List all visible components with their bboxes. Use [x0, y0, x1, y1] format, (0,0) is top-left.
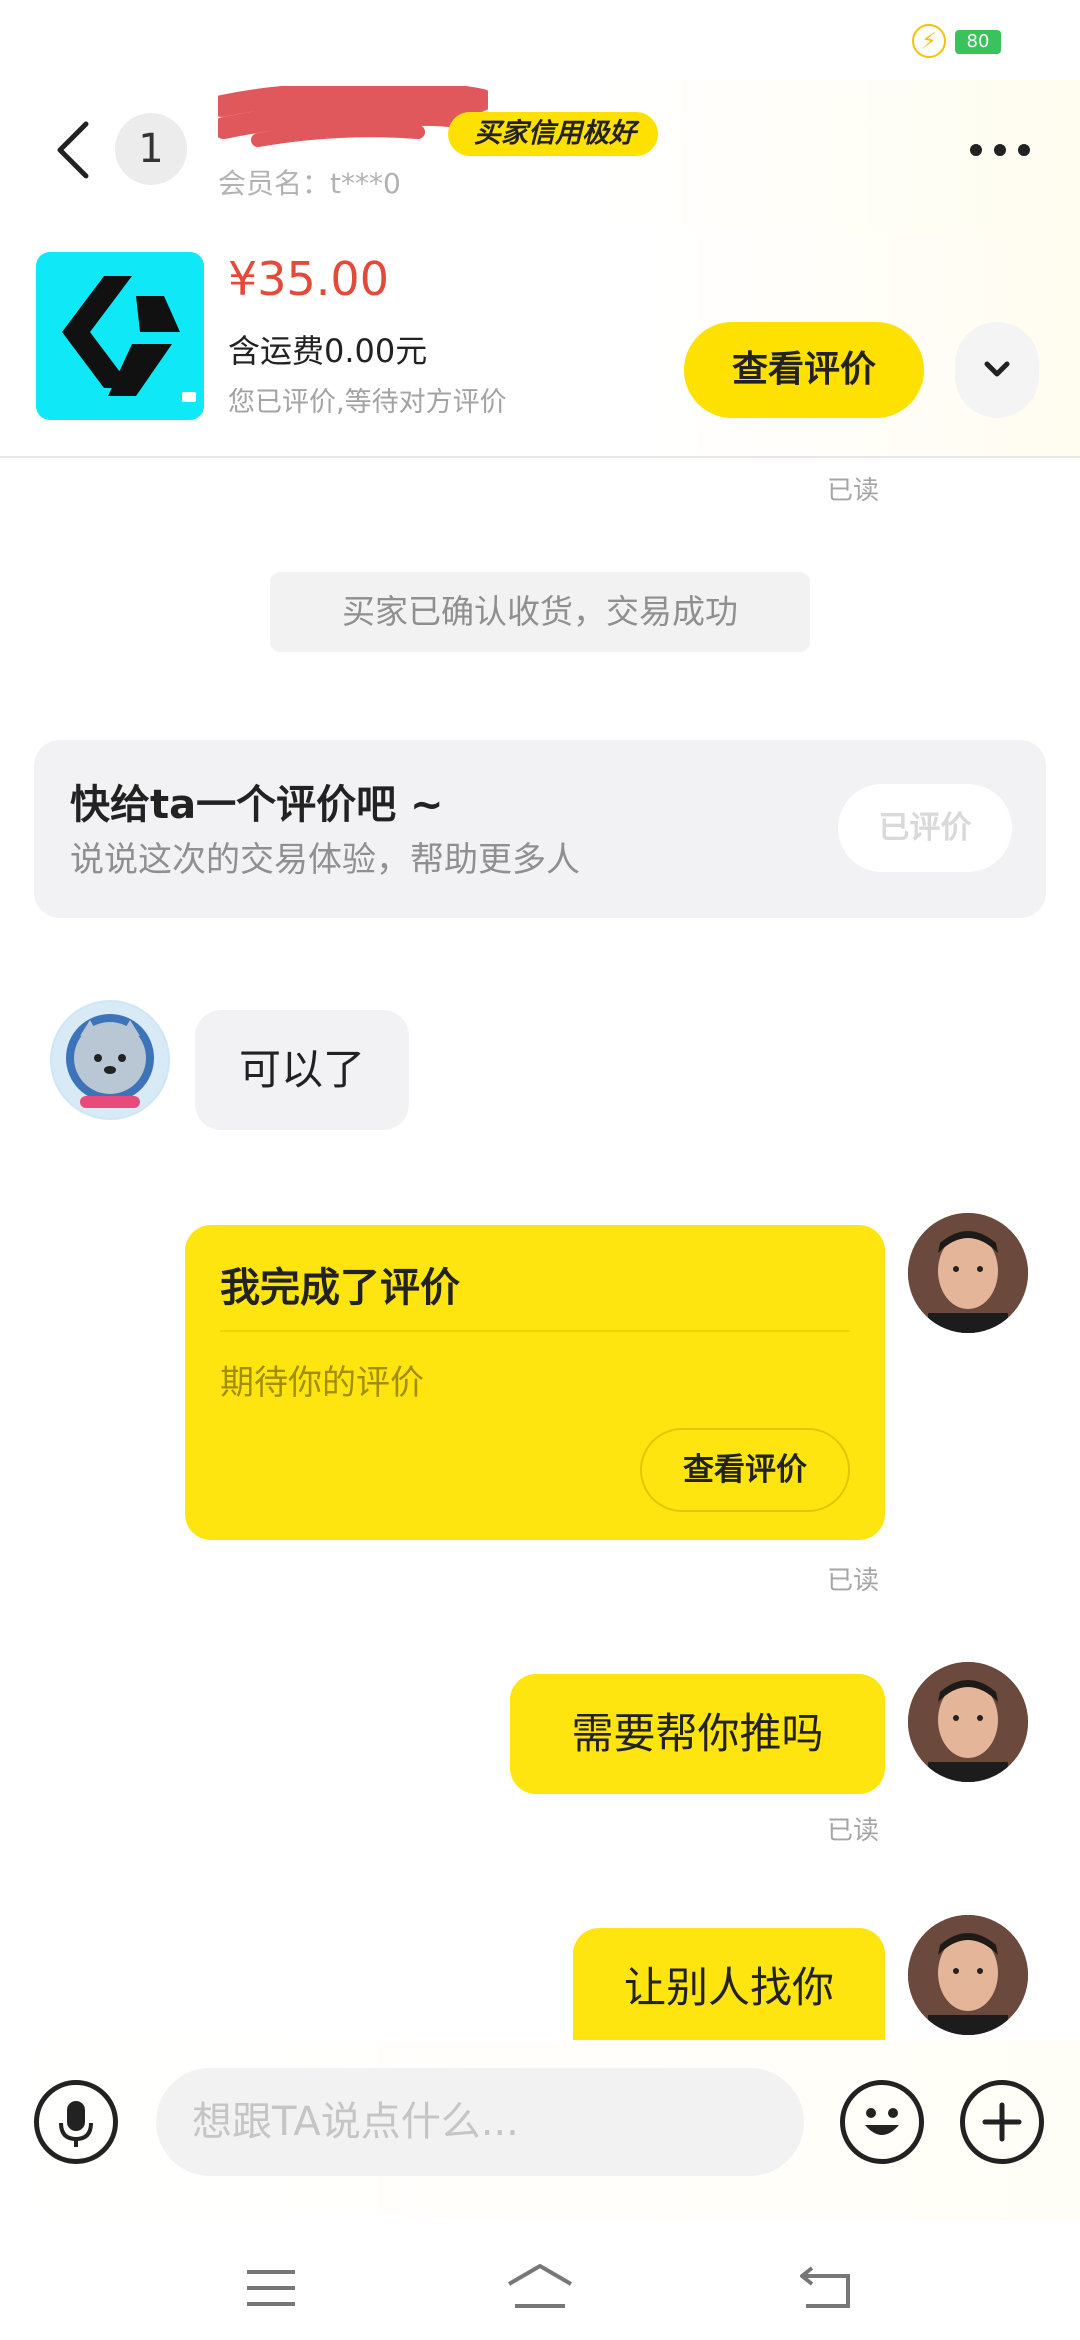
message-bubble: 让别人找你	[573, 1928, 885, 2040]
redacted-nickname	[211, 83, 493, 148]
user-avatar[interactable]	[908, 1213, 1028, 1333]
back-arrow-icon[interactable]	[50, 118, 100, 182]
status-bar: ⚡ 80	[0, 0, 1080, 80]
charging-icon: ⚡	[912, 24, 946, 58]
message-bubble: 需要帮你推吗	[510, 1674, 885, 1794]
view-evaluation-button[interactable]: 查看评价	[684, 322, 924, 418]
microphone-icon[interactable]	[34, 2080, 118, 2164]
rating-prompt-subtitle: 说说这次的交易体验，帮助更多人	[70, 840, 580, 880]
card-view-evaluation-button[interactable]: 查看评价	[640, 1428, 850, 1512]
menu-icon[interactable]	[245, 2268, 297, 2312]
system-message: 买家已确认收货，交易成功	[270, 572, 810, 652]
plus-icon[interactable]	[960, 2080, 1044, 2164]
already-rated-button[interactable]: 已评价	[838, 784, 1012, 872]
battery-indicator: 80	[955, 30, 1001, 54]
evaluation-card-subtitle: 期待你的评价	[220, 1363, 424, 1403]
shipping-fee: 含运费0.00元	[228, 332, 428, 370]
message-input[interactable]: 想跟TA说点什么...	[156, 2068, 804, 2176]
user-avatar[interactable]	[908, 1915, 1028, 2035]
seller-avatar[interactable]	[50, 1000, 170, 1120]
more-options-icon[interactable]	[968, 140, 1032, 160]
evaluation-status: 您已评价,等待对方评价	[228, 387, 507, 418]
product-price: ¥35.00	[228, 252, 389, 306]
expand-chevron-button[interactable]	[955, 322, 1039, 418]
read-receipt: 已读	[827, 1566, 880, 1596]
read-receipt: 已读	[827, 1816, 880, 1846]
emoji-icon[interactable]	[840, 2080, 924, 2164]
buyer-credit-tag: 买家信用极好	[448, 112, 658, 156]
home-icon[interactable]	[505, 2262, 575, 2316]
user-avatar[interactable]	[908, 1662, 1028, 1782]
back-nav-icon[interactable]	[798, 2264, 854, 2314]
unread-count-badge[interactable]: 1	[115, 113, 187, 185]
product-thumbnail[interactable]	[36, 252, 204, 420]
member-name: 会员名：t***0	[218, 167, 401, 200]
message-bubble: 可以了	[195, 1010, 409, 1130]
read-receipt: 已读	[827, 476, 880, 506]
rating-prompt-title: 快给ta一个评价吧 ~	[70, 782, 444, 828]
system-nav-bar	[0, 2220, 1080, 2340]
card-divider	[220, 1330, 850, 1332]
evaluation-card-title: 我完成了评价	[220, 1265, 460, 1311]
